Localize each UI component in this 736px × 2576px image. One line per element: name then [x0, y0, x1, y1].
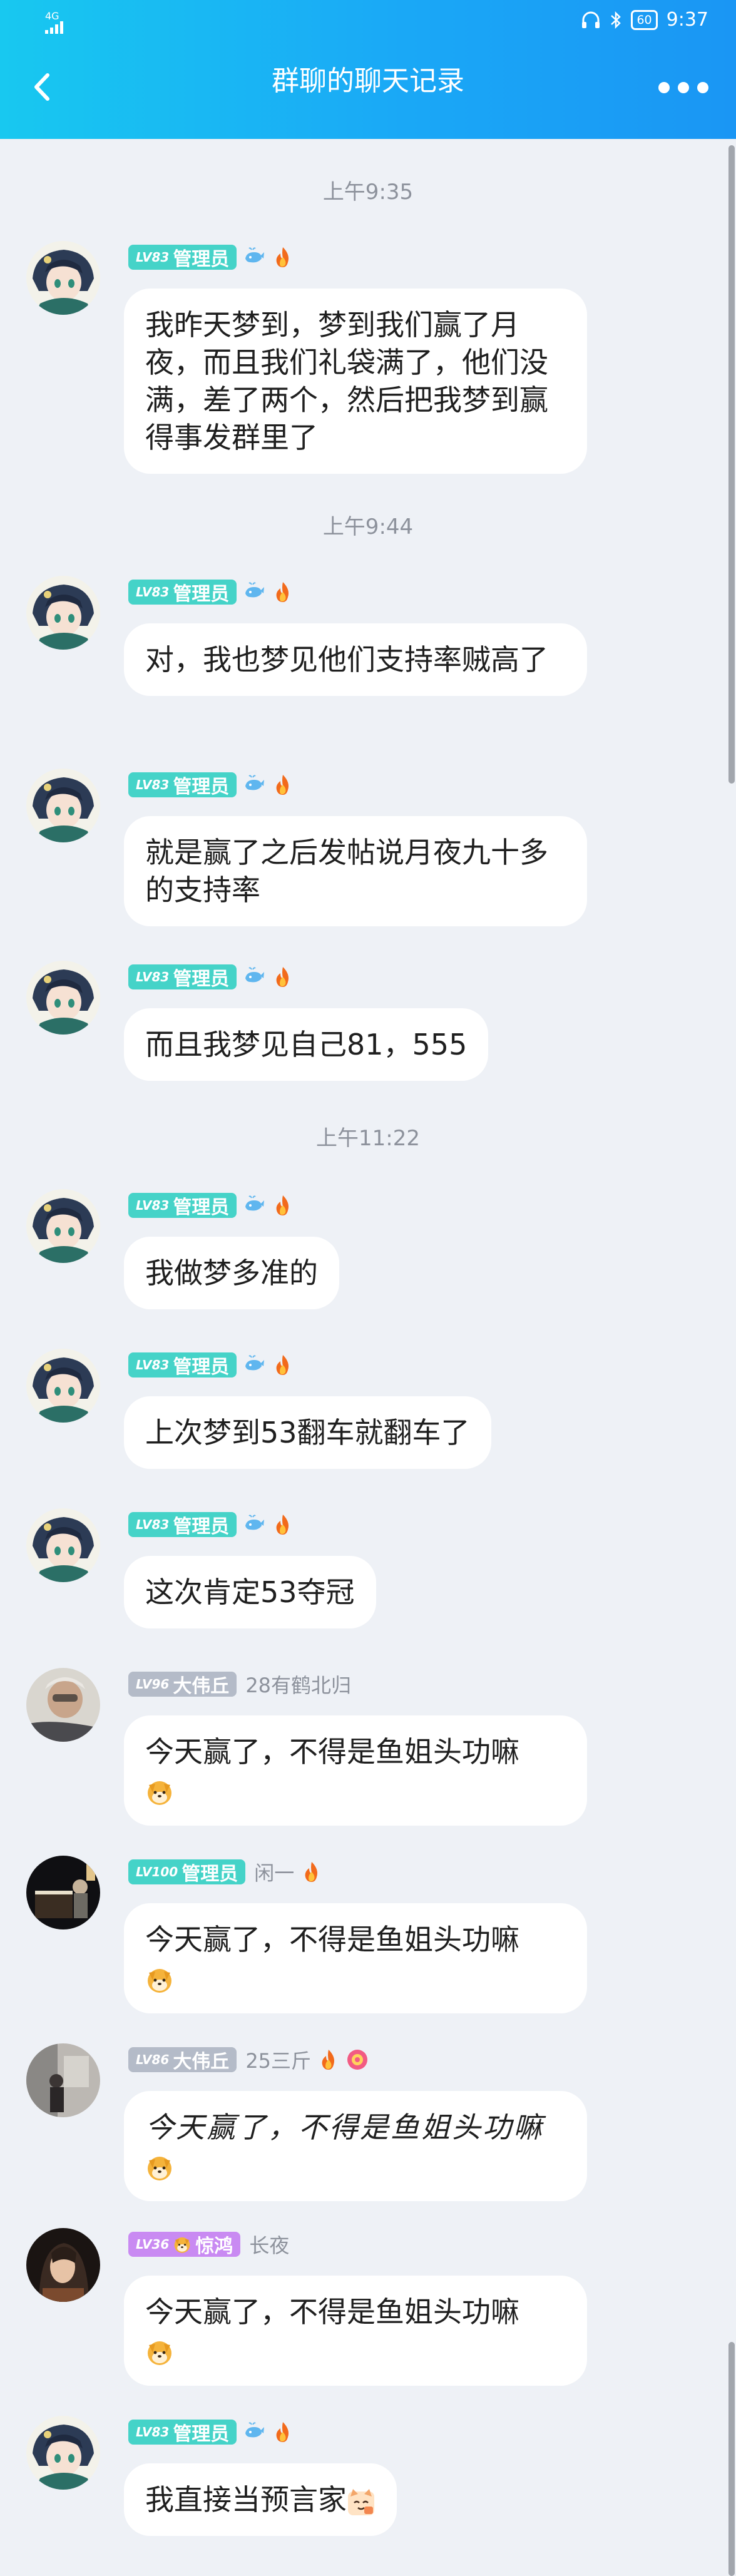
sender-meta: LV83 管理员: [128, 578, 294, 606]
dog-emoji-icon: [145, 2338, 174, 2366]
message-bubble[interactable]: 我昨天梦到，梦到我们赢了月夜，而且我们礼袋满了，他们没满，差了两个，然后把我梦到…: [124, 289, 587, 474]
avatar[interactable]: [26, 1508, 100, 1582]
message-bubble[interactable]: 上次梦到53翻车就翻车了: [124, 1396, 491, 1469]
level-badge: LV36 惊鸿: [128, 2232, 241, 2257]
scrollbar-thumb-upper[interactable]: [728, 145, 735, 784]
level-badge: LV83 管理员: [128, 772, 237, 798]
sender-meta: LV100 管理员 闲一: [128, 1858, 323, 1886]
avatar[interactable]: [26, 576, 100, 650]
flower-icon: [346, 2048, 369, 2071]
avatar[interactable]: [26, 1668, 100, 1742]
message-bubble[interactable]: 而且我梦见自己81，555: [124, 1008, 489, 1081]
whale-icon: [243, 1354, 265, 1376]
level-badge: LV83 管理员: [128, 245, 237, 270]
nickname: 25三斤: [245, 2049, 312, 2073]
top-bar: 4G 60 9:37 群聊的聊天记录: [0, 0, 736, 139]
nickname: 闲一: [254, 1861, 295, 1885]
level-badge: LV83 管理员: [128, 1352, 237, 1378]
nickname: 长夜: [249, 2234, 290, 2257]
sender-meta: LV83 管理员: [128, 243, 294, 271]
message-bubble[interactable]: 这次肯定53夺冠: [124, 1556, 376, 1628]
fire-icon: [300, 1861, 323, 1883]
fire-icon: [272, 581, 294, 603]
message-bubble[interactable]: 今天赢了，不得是鱼姐头功嘛: [124, 2091, 587, 2201]
fire-icon: [272, 246, 294, 268]
clock: 9:37: [666, 9, 708, 31]
status-bar: 4G 60 9:37: [0, 0, 736, 44]
message-bubble[interactable]: 今天赢了，不得是鱼姐头功嘛: [124, 2276, 587, 2386]
level-badge: LV83 管理员: [128, 1512, 237, 1538]
whale-icon: [243, 774, 265, 796]
message-bubble[interactable]: 今天赢了，不得是鱼姐头功嘛: [124, 1903, 587, 2013]
avatar[interactable]: [26, 2228, 100, 2302]
scrollbar[interactable]: [727, 139, 736, 2576]
fire-icon: [272, 2421, 294, 2443]
sender-meta: LV83 管理员: [128, 2418, 294, 2446]
sender-meta: LV83 管理员: [128, 1192, 294, 1219]
fire-icon: [272, 1513, 294, 1536]
sender-meta: LV96 大伟丘 28有鹤北归: [128, 1670, 351, 1698]
whale-icon: [243, 2421, 265, 2443]
fire-icon: [272, 1354, 294, 1376]
sender-meta: LV83 管理员: [128, 1511, 294, 1538]
sender-meta: LV83 管理员: [128, 1351, 294, 1379]
message-bubble[interactable]: 对，我也梦见他们支持率贼高了: [124, 623, 587, 696]
level-badge: LV100 管理员: [128, 1859, 246, 1885]
whale-icon: [243, 966, 265, 988]
avatar[interactable]: [26, 241, 100, 315]
message-bubble[interactable]: 就是赢了之后发帖说月夜九十多的支持率: [124, 816, 587, 926]
whale-icon: [243, 246, 265, 268]
dog-emoji-icon: [145, 1965, 174, 1994]
fire-icon: [317, 2048, 340, 2071]
level-badge: LV96 大伟丘: [128, 1672, 237, 1697]
nickname: 28有鹤北归: [245, 1674, 352, 1697]
doge-badge-icon: [173, 2235, 192, 2254]
sender-meta: LV36 惊鸿 长夜: [128, 2231, 289, 2258]
whale-icon: [243, 1513, 265, 1536]
whale-icon: [243, 581, 265, 603]
dog-emoji-icon: [145, 2153, 174, 2182]
time-separator: 上午9:35: [322, 180, 414, 205]
fire-icon: [272, 774, 294, 796]
time-separator: 上午9:44: [322, 514, 414, 539]
headphones-icon: [582, 11, 600, 28]
message-bubble[interactable]: 我做梦多准的: [124, 1237, 339, 1309]
signal-indicator: 4G: [45, 11, 68, 36]
level-badge: LV86 大伟丘: [128, 2047, 237, 2073]
message-bubble[interactable]: 我直接当预言家: [124, 2463, 397, 2536]
whale-icon: [243, 1194, 265, 1217]
sender-meta: LV86 大伟丘 25三斤: [128, 2046, 369, 2073]
avatar[interactable]: [26, 1349, 100, 1423]
avatar[interactable]: [26, 769, 100, 842]
scrollbar-thumb-lower[interactable]: [728, 2342, 735, 2576]
avatar[interactable]: [26, 2416, 100, 2490]
fire-icon: [272, 966, 294, 988]
sender-meta: LV83 管理员: [128, 771, 294, 799]
dog-emoji-icon: [145, 1777, 174, 1806]
level-badge: LV83 管理员: [128, 2420, 237, 2445]
avatar[interactable]: [26, 961, 100, 1035]
fire-icon: [272, 1194, 294, 1217]
battery-indicator: 60: [631, 9, 658, 30]
bluetooth-icon: [611, 11, 621, 29]
avatar[interactable]: [26, 1856, 100, 1929]
cat-emoji-icon: [347, 2488, 376, 2517]
level-badge: LV83 管理员: [128, 964, 237, 990]
level-badge: LV83 管理员: [128, 1193, 237, 1219]
level-badge: LV83 管理员: [128, 580, 237, 605]
avatar[interactable]: [26, 1189, 100, 1263]
message-bubble[interactable]: 今天赢了，不得是鱼姐头功嘛: [124, 1715, 587, 1826]
time-separator: 上午11:22: [316, 1126, 420, 1151]
signal-bars-icon: [45, 21, 63, 34]
page-title: 群聊的聊天记录: [272, 65, 464, 97]
avatar[interactable]: [26, 2043, 100, 2117]
more-options-icon[interactable]: [658, 69, 708, 106]
sender-meta: LV83 管理员: [128, 963, 294, 991]
